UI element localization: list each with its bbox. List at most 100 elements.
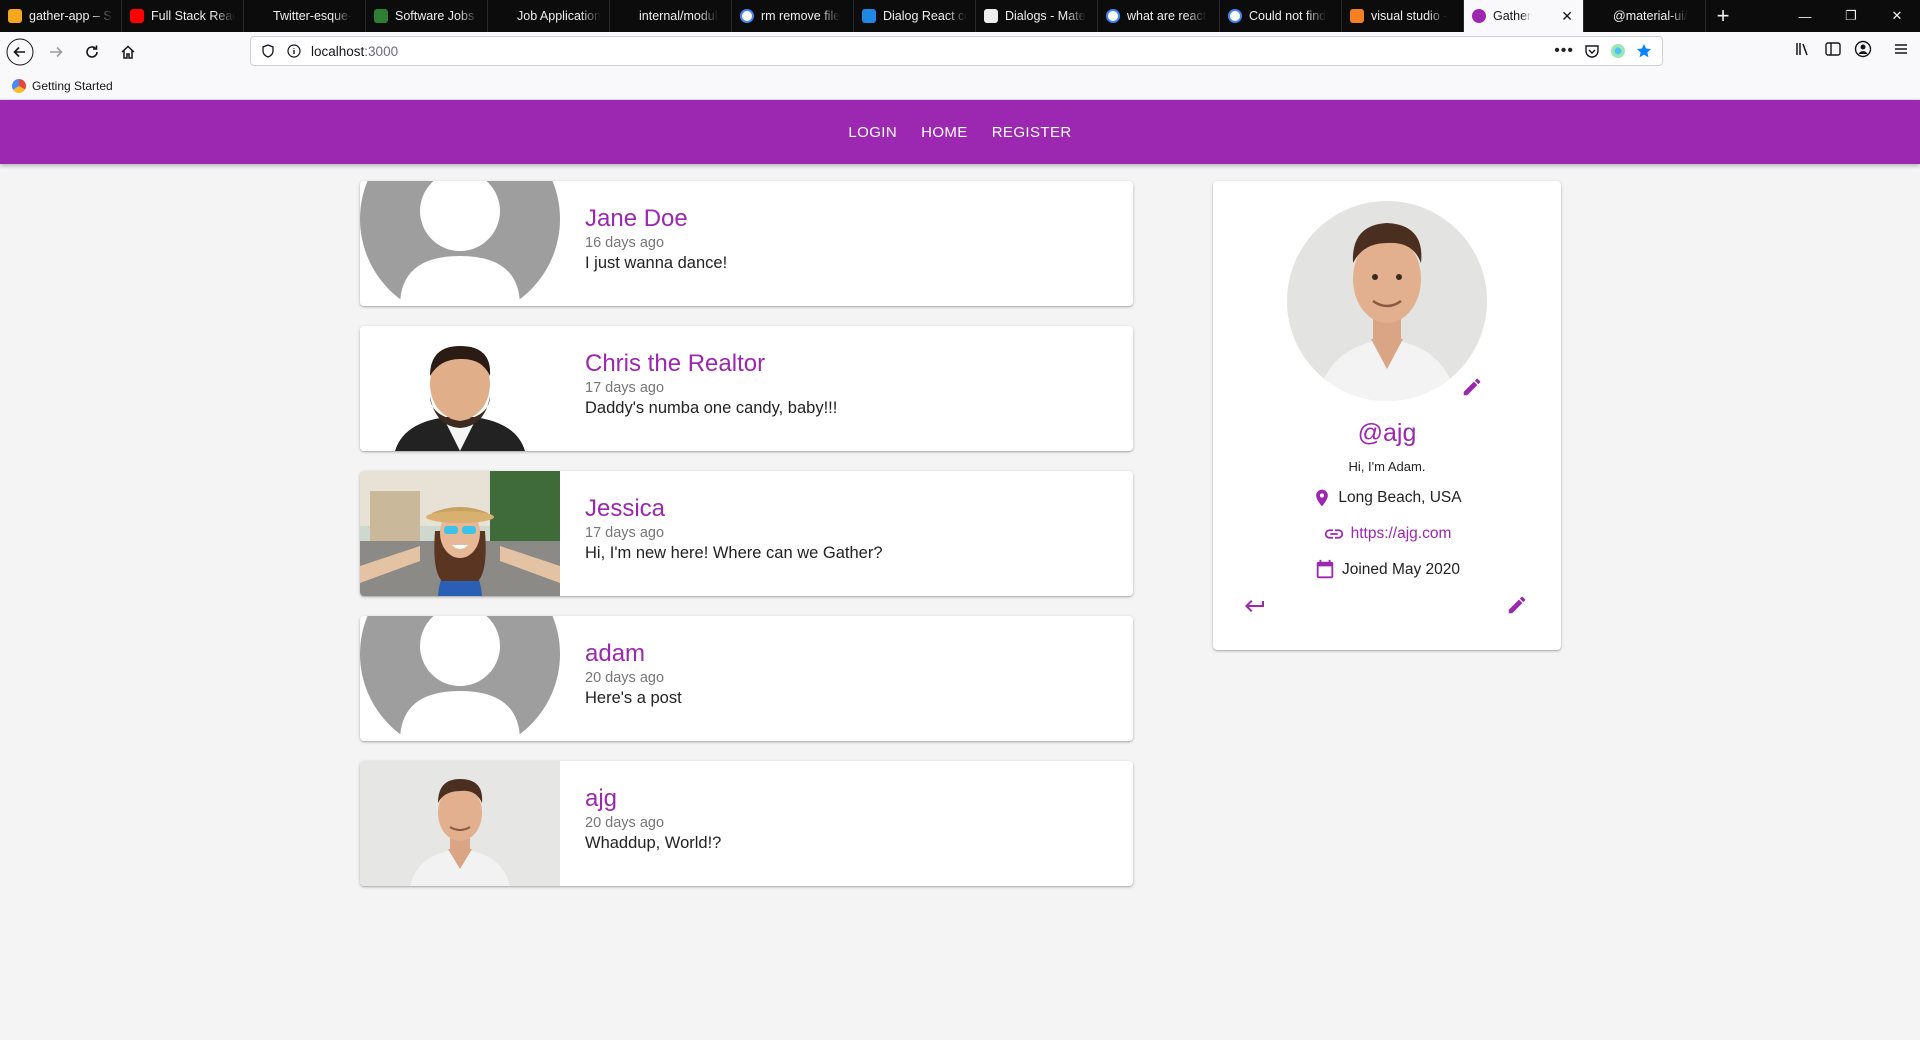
tab-title: visual studio - xyxy=(1371,9,1448,23)
reload-button[interactable] xyxy=(76,36,108,68)
home-icon xyxy=(121,45,135,59)
nav-login-link[interactable]: LOGIN xyxy=(838,116,907,149)
tab-title: what are react xyxy=(1127,9,1207,23)
tab-title: Dialogs - Mate xyxy=(1005,9,1086,23)
tab-title: Could not find xyxy=(1249,9,1327,23)
account-icon[interactable] xyxy=(1854,40,1872,58)
browser-tab[interactable]: Could not find xyxy=(1220,0,1342,32)
calendar-icon xyxy=(1316,559,1334,579)
home-button[interactable] xyxy=(112,36,144,68)
tab-title: Twitter-esque- xyxy=(273,9,353,23)
post-author-link[interactable]: Chris the Realtor xyxy=(585,352,837,376)
author-photo-man-suit xyxy=(360,326,560,451)
browser-toolbar: localhost:3000 ••• xyxy=(0,32,1920,72)
forward-button[interactable] xyxy=(40,36,72,68)
page-actions-icon[interactable]: ••• xyxy=(1554,42,1574,60)
blank-page-icon xyxy=(618,9,632,23)
browser-tab[interactable]: Dialog React co xyxy=(854,0,976,32)
tab-title: gather-app – St xyxy=(29,9,113,23)
post-card: adam 20 days ago Here's a post xyxy=(360,616,1133,741)
tab-title: Full Stack Reac xyxy=(151,9,235,23)
stackoverflow-icon xyxy=(1350,9,1364,23)
post-card: Chris the Realtor 17 days ago Daddy's nu… xyxy=(360,326,1133,451)
tab-list: gather-app – St Full Stack Reac Twitter-es… xyxy=(0,0,1706,32)
close-tab-icon[interactable]: ✕ xyxy=(1561,8,1573,25)
tab-title: Software Jobs i xyxy=(395,9,479,23)
keyboard-return-icon xyxy=(1245,600,1264,612)
default-avatar-image xyxy=(360,616,560,741)
browser-tab[interactable]: internal/modul xyxy=(610,0,732,32)
browser-tab[interactable]: Twitter-esque- xyxy=(244,0,366,32)
browser-tab[interactable]: visual studio - xyxy=(1342,0,1464,32)
browser-tab[interactable]: gather-app – St xyxy=(0,0,122,32)
minimize-icon[interactable]: — xyxy=(1782,0,1828,32)
firebase-icon xyxy=(8,9,22,23)
profile-location: Long Beach, USA xyxy=(1213,487,1561,509)
back-button[interactable] xyxy=(4,36,36,68)
new-tab-button[interactable]: + xyxy=(1706,1,1740,31)
bookmark-star-icon[interactable] xyxy=(1636,43,1652,59)
info-icon[interactable] xyxy=(287,44,301,58)
browser-tab[interactable]: Software Jobs i xyxy=(366,0,488,32)
address-bar[interactable]: localhost:3000 ••• xyxy=(250,36,1663,66)
sidebar-icon[interactable] xyxy=(1824,40,1842,58)
tab-title: Dialog React co xyxy=(883,9,967,23)
author-photo-man-tshirt xyxy=(360,761,560,886)
browser-tab[interactable]: Job Application xyxy=(488,0,610,32)
browser-tab[interactable]: @material-ui/ xyxy=(1584,0,1706,32)
blank-page-icon xyxy=(1592,9,1606,23)
joined-text: Joined May 2020 xyxy=(1341,561,1461,578)
location-pin-icon xyxy=(1316,489,1329,507)
url-text: localhost:3000 xyxy=(311,43,399,59)
close-window-icon[interactable]: ✕ xyxy=(1874,0,1920,32)
google-icon xyxy=(1228,9,1242,23)
library-icon[interactable] xyxy=(1794,40,1812,58)
post-author-link[interactable]: Jane Doe xyxy=(585,207,727,231)
document-icon xyxy=(374,9,388,23)
logout-button[interactable] xyxy=(1243,594,1267,618)
shield-icon[interactable] xyxy=(261,44,275,58)
post-card: Jessica 17 days ago Hi, I'm new here! Wh… xyxy=(360,471,1133,596)
post-body: Whaddup, World!? xyxy=(585,834,722,852)
tab-title: rm remove file xyxy=(761,9,841,23)
browser-tab[interactable]: Gather ✕ xyxy=(1464,0,1584,32)
profile-bio: Hi, I'm Adam. xyxy=(1348,459,1426,474)
profile-handle-link[interactable]: @ajg xyxy=(1213,419,1561,448)
post-date: 17 days ago xyxy=(585,525,665,541)
chrome-bookmark-icon xyxy=(12,78,26,93)
pencil-icon xyxy=(1508,596,1526,614)
forward-arrow-icon xyxy=(50,46,63,58)
browser-tab[interactable]: what are react xyxy=(1098,0,1220,32)
post-date: 20 days ago xyxy=(585,670,665,686)
menu-icon[interactable] xyxy=(1892,40,1910,58)
pocket-icon[interactable] xyxy=(1584,43,1600,59)
profile-website: https://ajg.com xyxy=(1213,523,1561,545)
post-author-link[interactable]: Jessica xyxy=(585,497,883,521)
post-card: ajg 20 days ago Whaddup, World!? xyxy=(360,761,1133,886)
bookmark-getting-started[interactable]: Getting Started xyxy=(32,79,113,93)
url-actions: ••• xyxy=(1554,42,1652,60)
edit-avatar-button[interactable] xyxy=(1461,376,1483,398)
browser-tab[interactable]: Full Stack Reac xyxy=(122,0,244,32)
nav-register-link[interactable]: REGISTER xyxy=(982,116,1082,149)
restore-icon[interactable]: ❐ xyxy=(1828,0,1874,32)
tab-title: Gather xyxy=(1493,9,1532,23)
post-body: I just wanna dance! xyxy=(585,254,728,272)
profile-joined: Joined May 2020 xyxy=(1213,558,1561,582)
browser-tab[interactable]: Dialogs - Mate xyxy=(976,0,1098,32)
nav-home-link[interactable]: HOME xyxy=(911,116,978,149)
google-icon xyxy=(1106,9,1120,23)
post-body: Daddy's numba one candy, baby!!! xyxy=(585,399,838,417)
app-navbar: LOGIN HOME REGISTER xyxy=(0,100,1920,164)
tab-title: Job Application xyxy=(517,9,601,23)
extension-icon[interactable] xyxy=(1610,43,1626,59)
post-author-link[interactable]: adam xyxy=(585,642,682,666)
website-link[interactable]: https://ajg.com xyxy=(1351,525,1452,543)
post-date: 17 days ago xyxy=(585,380,665,396)
toolbar-right xyxy=(1794,40,1910,58)
browser-tab[interactable]: rm remove file xyxy=(732,0,854,32)
post-author-link[interactable]: ajg xyxy=(585,787,721,811)
tab-title: @material-ui/ xyxy=(1613,9,1688,23)
back-arrow-icon xyxy=(6,38,34,66)
edit-details-button[interactable] xyxy=(1506,594,1528,616)
